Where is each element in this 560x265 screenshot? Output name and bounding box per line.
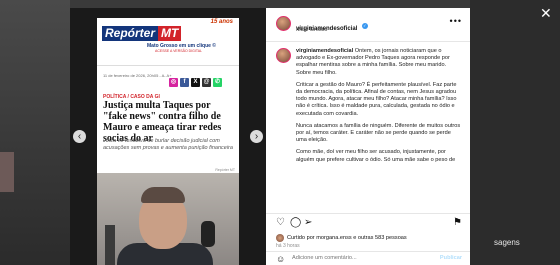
save-bookmark-icon[interactable]: ⚑ [453,218,462,228]
comment-bar: ☺ Publicar [276,254,462,265]
share-icon[interactable]: ➢ [304,218,312,228]
post-actions: ♡ ◯ ➢ ⚑ [276,218,462,230]
caption-paragraph: virginiamendesoficial Ontem, os jornais … [296,48,450,76]
publish-button[interactable]: Publicar [440,255,462,261]
caption-paragraph: Criticar a gestão do Mauro? É perfeitame… [296,81,457,117]
article-share-icons: ◎ f X @ ✆ [169,78,222,87]
photo-credit: Repórter MT [215,168,235,172]
liker-avatar [276,234,284,242]
facebook-icon: f [180,78,189,87]
like-heart-icon[interactable]: ♡ [276,218,285,228]
previous-slide-icon[interactable]: ‹ [73,130,86,143]
post-location[interactable]: Mato Grosso [296,27,327,33]
caption-paragraph: Nunca atacamos a família de ninguém. Dif… [296,122,461,144]
comment-divider [266,251,470,252]
author-avatar[interactable] [276,16,291,31]
article-dateline: 11 de fevereiro de 2026, 20h05 - A- A+ [103,73,172,78]
close-icon[interactable]: ✕ [540,6,552,20]
post-caption: virginiamendesoficial Ontem, os jornais … [296,48,461,210]
years-badge: 15 anos [210,19,233,25]
background-thumbnail [0,152,14,192]
post-media: 15 anos Repórter MT Mato Grosso em um cl… [70,8,266,265]
news-masthead: 15 anos Repórter MT Mato Grosso em um cl… [97,18,239,66]
instagram-icon: ◎ [169,78,178,87]
post-dialog: 15 anos Repórter MT Mato Grosso em um cl… [70,8,470,265]
caption-paragraph: Como mãe, doí ver meu filho ser acusado,… [296,149,456,163]
post-timestamp: há 3 horas [276,243,300,249]
verified-badge-icon: ✓ [361,22,368,29]
reporter-mt-logo: Repórter MT [102,26,182,41]
microphone-shape [201,221,215,247]
whatsapp-icon: ✆ [213,78,222,87]
header-divider [266,41,470,42]
masthead-subline: ACESSE A VERSÃO DIGITAL [155,49,203,53]
more-options-icon[interactable]: ••• [450,16,462,26]
caption-username[interactable]: virginiamendesoficial [296,48,353,54]
likes-summary[interactable]: Curtido por morgana.enss e outras 583 pe… [276,234,407,242]
emoji-icon[interactable]: ☺ [276,254,285,264]
comment-input[interactable] [292,255,432,261]
actions-divider [266,213,470,214]
likes-text: Curtido por morgana.enss e outras 583 pe… [287,235,407,241]
article-photo [97,173,239,265]
next-slide-icon[interactable]: › [250,130,263,143]
background-messages-label[interactable]: sagens [494,238,520,247]
article-lede: Juíza vê tentativa de burlar decisão jud… [103,138,233,151]
caption-avatar[interactable] [276,48,291,63]
threads-icon: @ [202,78,211,87]
x-icon: X [191,78,200,87]
news-article-image: 15 anos Repórter MT Mato Grosso em um cl… [97,18,239,265]
microphone-shape [105,225,115,265]
person-hair-shape [141,187,185,203]
background-feed-left [0,0,70,265]
comment-icon[interactable]: ◯ [290,218,301,228]
post-sidebar: virginiamendesoficial ✓ Mato Grosso ••• … [266,8,470,265]
background-feed-right [470,0,560,265]
